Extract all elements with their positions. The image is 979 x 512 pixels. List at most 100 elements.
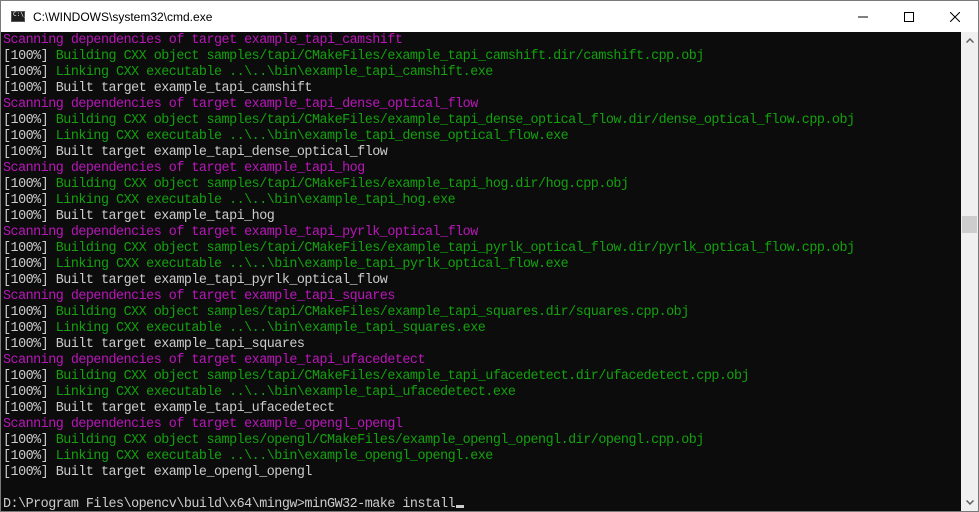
scroll-thumb[interactable] — [962, 215, 977, 233]
console-line: Scanning dependencies of target example_… — [3, 353, 855, 369]
console-line: [100%] Built target example_tapi_camshif… — [3, 81, 855, 97]
console-line-text: Built target example_tapi_hog — [55, 209, 275, 224]
console-line: Scanning dependencies of target example_… — [3, 97, 855, 113]
console-line-text: Scanning dependencies of target example_… — [3, 97, 478, 112]
window-controls — [840, 1, 978, 32]
close-button[interactable] — [932, 1, 978, 32]
chevron-down-icon — [965, 500, 974, 505]
maximize-icon — [904, 11, 914, 22]
console-line: [100%] Building CXX object samples/tapi/… — [3, 113, 855, 129]
console-line-text: Linking CXX executable ..\..\bin\example… — [55, 65, 494, 80]
progress-prefix: [100%] — [3, 433, 56, 448]
progress-prefix: [100%] — [3, 113, 56, 128]
console-line: [100%] Linking CXX executable ..\..\bin\… — [3, 321, 855, 337]
console-line-text: Scanning dependencies of target example_… — [3, 33, 403, 48]
progress-prefix: [100%] — [3, 449, 56, 464]
cmd-icon — [11, 11, 27, 22]
prompt-line[interactable]: D:\Program Files\opencv\build\x64\mingw>… — [3, 497, 855, 511]
maximize-button[interactable] — [886, 1, 932, 32]
console-line-text: Building CXX object samples/tapi/CMakeFi… — [55, 305, 690, 320]
progress-prefix: [100%] — [3, 241, 56, 256]
console-line: [100%] Built target example_tapi_hog — [3, 209, 855, 225]
console-lines: Scanning dependencies of target example_… — [3, 33, 855, 511]
console-line-text: Building CXX object samples/tapi/CMakeFi… — [55, 49, 705, 64]
console-line: [100%] Building CXX object samples/tapi/… — [3, 49, 855, 65]
console-line: [100%] Linking CXX executable ..\..\bin\… — [3, 193, 855, 209]
console-line-text: Scanning dependencies of target example_… — [3, 289, 395, 304]
progress-prefix: [100%] — [3, 321, 56, 336]
progress-prefix: [100%] — [3, 337, 56, 352]
console-line-text: Linking CXX executable ..\..\bin\example… — [55, 129, 569, 144]
console-line-text: Scanning dependencies of target example_… — [3, 353, 426, 368]
console-line-text: Built target example_tapi_squares — [55, 337, 305, 352]
progress-prefix: [100%] — [3, 401, 56, 416]
console-line-text: Scanning dependencies of target example_… — [3, 417, 403, 432]
progress-prefix: [100%] — [3, 385, 56, 400]
console-line: [100%] Building CXX object samples/tapi/… — [3, 369, 855, 385]
console-line-text: Building CXX object samples/tapi/CMakeFi… — [55, 369, 750, 384]
console-line: Scanning dependencies of target example_… — [3, 417, 855, 433]
console-line-text: Linking CXX executable ..\..\bin\example… — [55, 193, 456, 208]
console-line-text: Built target example_tapi_dense_optical_… — [55, 145, 388, 160]
console-line-text: Scanning dependencies of target example_… — [3, 161, 365, 176]
console-line-text: Building CXX object samples/opengl/CMake… — [55, 433, 705, 448]
console-output[interactable]: Scanning dependencies of target example_… — [1, 32, 962, 511]
console-line: [100%] Building CXX object samples/openg… — [3, 433, 855, 449]
console-line-text: Built target example_tapi_ufacedetect — [55, 401, 335, 416]
console-line: [100%] Building CXX object samples/tapi/… — [3, 177, 855, 193]
progress-prefix: [100%] — [3, 465, 56, 480]
progress-prefix: [100%] — [3, 177, 56, 192]
window-title: C:\WINDOWS\system32\cmd.exe — [33, 9, 213, 24]
console-line-text: Linking CXX executable ..\..\bin\example… — [55, 321, 486, 336]
progress-prefix: [100%] — [3, 273, 56, 288]
prompt-path: D:\Program Files\opencv\build\x64\mingw> — [3, 497, 305, 511]
console-line: [100%] Built target example_opengl_openg… — [3, 465, 855, 481]
console-line-text: Built target example_tapi_pyrlk_optical_… — [55, 273, 388, 288]
console-line: [100%] Built target example_tapi_squares — [3, 337, 855, 353]
console-line-text: Building CXX object samples/tapi/CMakeFi… — [55, 177, 629, 192]
console-line: [100%] Linking CXX executable ..\..\bin\… — [3, 65, 855, 81]
console-line-text: Built target example_opengl_opengl — [55, 465, 313, 480]
console-line: Scanning dependencies of target example_… — [3, 289, 855, 305]
console-line-text: Built target example_tapi_camshift — [55, 81, 313, 96]
console-line: [100%] Linking CXX executable ..\..\bin\… — [3, 385, 855, 401]
progress-prefix: [100%] — [3, 369, 56, 384]
console-line: Scanning dependencies of target example_… — [3, 33, 855, 49]
scroll-up-button[interactable] — [961, 32, 978, 49]
console-line: [100%] Built target example_tapi_ufacede… — [3, 401, 855, 417]
progress-prefix: [100%] — [3, 145, 56, 160]
progress-prefix: [100%] — [3, 49, 56, 64]
minimize-button[interactable] — [840, 1, 886, 32]
progress-prefix: [100%] — [3, 81, 56, 96]
console-line-text: Scanning dependencies of target example_… — [3, 225, 478, 240]
title-bar[interactable]: C:\WINDOWS\system32\cmd.exe — [1, 1, 978, 32]
progress-prefix: [100%] — [3, 129, 56, 144]
console-line: [100%] Building CXX object samples/tapi/… — [3, 305, 855, 321]
text-cursor — [456, 505, 465, 508]
chevron-up-icon — [965, 38, 974, 43]
console-line: [100%] Linking CXX executable ..\..\bin\… — [3, 129, 855, 145]
progress-prefix: [100%] — [3, 65, 56, 80]
close-icon — [950, 11, 960, 22]
console-line-text: Linking CXX executable ..\..\bin\example… — [55, 257, 569, 272]
cmd-window: C:\WINDOWS\system32\cmd.exe Scanning dep… — [0, 0, 979, 512]
console-line: Scanning dependencies of target example_… — [3, 225, 855, 241]
console-line: Scanning dependencies of target example_… — [3, 161, 855, 177]
scroll-down-button[interactable] — [961, 494, 978, 511]
console-line-text: Building CXX object samples/tapi/CMakeFi… — [55, 241, 855, 256]
command-input[interactable]: minGW32-make install — [304, 497, 455, 511]
console-line: [100%] Linking CXX executable ..\..\bin\… — [3, 449, 855, 465]
vertical-scrollbar[interactable] — [961, 32, 978, 511]
progress-prefix: [100%] — [3, 305, 56, 320]
console-line: [100%] Building CXX object samples/tapi/… — [3, 241, 855, 257]
console-line-text: Building CXX object samples/tapi/CMakeFi… — [55, 113, 855, 128]
progress-prefix: [100%] — [3, 209, 56, 224]
console-line: [100%] Built target example_tapi_pyrlk_o… — [3, 273, 855, 289]
console-line-text: Linking CXX executable ..\..\bin\example… — [55, 449, 494, 464]
progress-prefix: [100%] — [3, 257, 56, 272]
console-line: [100%] Linking CXX executable ..\..\bin\… — [3, 257, 855, 273]
minimize-icon — [858, 16, 868, 17]
progress-prefix: [100%] — [3, 193, 56, 208]
console-line-text: Linking CXX executable ..\..\bin\example… — [55, 385, 516, 400]
